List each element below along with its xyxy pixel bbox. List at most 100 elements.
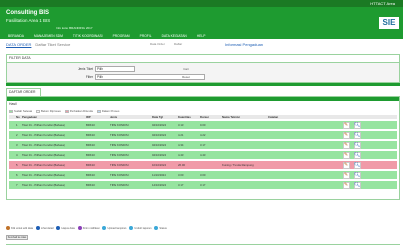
cell-date: 10/10/2024 (152, 163, 166, 167)
table-row[interactable]: 2 Tiket 01 - Pilihan Kondisi (Bahasa) BRK1… (9, 131, 397, 139)
action-legend-icon (154, 226, 159, 230)
top-status-bar: HTTACT Area (0, 0, 403, 7)
edit-icon[interactable]: ✎ (342, 131, 350, 139)
action-legend-item: Kirim notifikasi (77, 226, 100, 230)
filter-panel: Jenis Tiket Pilih Cari Filter Pilih Rese… (6, 62, 400, 83)
table-row[interactable]: 3 Tiket 01 - Pilihan Kondisi (Bahasa) BRK1… (9, 141, 397, 149)
legend-item: Sudah Selesai (9, 109, 32, 113)
action-legend-label: Kirim notifikasi (82, 226, 100, 230)
cell-name: Tiket 01 - Pilihan Kondisi (Bahasa) (22, 143, 65, 147)
table-row[interactable]: 7 Tiket 01 - Pilihan Kondisi (Bahasa) BRK1… (9, 181, 397, 189)
breadcrumb-mid-link-2[interactable]: Daftar (174, 42, 182, 46)
cell-vid: BRK10 (86, 143, 95, 147)
legend-label: Sudah Selesai (14, 109, 33, 113)
legend-label: Perbaikan Ditunda (69, 109, 93, 113)
view-icon[interactable]: 🔍︎ (353, 161, 361, 169)
action-legend-label: Lihat detail (40, 226, 54, 230)
row-actions: ✎ 🔍︎ (335, 121, 367, 129)
table-row[interactable]: 1 Tiket 01 - Pilihan Kondisi (Bahasa) BRK1… (9, 121, 397, 129)
cell-date: 04/10/2024 (152, 133, 166, 137)
edit-icon[interactable]: ✎ (342, 171, 350, 179)
brand-logo[interactable]: SIE (379, 17, 399, 29)
legend-item: Perbaikan Ditunda (64, 109, 93, 113)
edit-icon[interactable]: ✎ (342, 141, 350, 149)
filter-label-type: Jenis Tiket (77, 67, 93, 71)
breadcrumb-mid-link[interactable]: Data Order (150, 42, 165, 46)
column-header: Catatan (268, 115, 279, 119)
nav-item-beranda[interactable]: BERANDA (8, 33, 24, 39)
cell-qty: 4.43 (178, 153, 184, 157)
view-icon[interactable]: 🔍︎ (353, 141, 361, 149)
cell-name: Tiket 01 - Pilihan Kondisi (Bahasa) (22, 163, 65, 167)
action-legend-label: Upload lampiran (107, 226, 127, 230)
cell-qty: 26.00 (178, 163, 185, 167)
view-icon[interactable]: 🔍︎ (353, 151, 361, 159)
breadcrumb-current: Daftar Tiket Service (35, 42, 71, 47)
ticket-type-select[interactable]: Pilih (95, 66, 135, 72)
reset-button[interactable]: Reset (179, 74, 193, 80)
action-legend-label: Klik untuk edit data (11, 226, 33, 230)
table-header: No Pengaduan IDP Jenis Data Tgl Kuantitas Dura… (9, 115, 397, 119)
edit-icon[interactable]: ✎ (342, 121, 350, 129)
app-subtitle: Fasilitation Area 1 BIS (6, 18, 51, 23)
column-header: Pengaduan (22, 115, 38, 119)
cell-name: Tiket 01 - Pilihan Kondisi (Bahasa) (22, 173, 65, 177)
table-body: 1 Tiket 01 - Pilihan Kondisi (Bahasa) BRK1… (9, 121, 397, 189)
breadcrumb: DATA ORDER Daftar Tiket Service (6, 42, 70, 47)
row-actions: ✎ 🔍︎ (335, 151, 367, 159)
cell-name: Tiket 01 - Pilihan Kondisi (Bahasa) (22, 153, 65, 157)
nav-item-help[interactable]: HELP (197, 33, 206, 39)
column-header: Durasi (200, 115, 209, 119)
edit-icon[interactable]: ✎ (342, 151, 350, 159)
nav-item-program[interactable]: PROGRAM (113, 33, 130, 39)
edit-icon[interactable]: ✎ (342, 181, 350, 189)
main-nav: BERANDA MANAJEMEN SDM TITIK KOORDINASI PROG… (0, 33, 403, 39)
action-legend-label: Unduh laporan (134, 226, 152, 230)
table-row[interactable]: 5 Tiket 01 - Pilihan Kondisi (Bahasa) BRK1… (9, 161, 397, 169)
search-button[interactable]: Cari (179, 66, 193, 72)
cell-qty: 4.34 (178, 143, 184, 147)
cell-qty: 3.00 (178, 173, 184, 177)
app-subtitle-info: Info kota: BRANDING 2017 (56, 26, 93, 30)
row-actions: ✎ 🔍︎ (335, 181, 367, 189)
cell-date: 04/10/2024 (152, 153, 166, 157)
action-legend-icon (77, 226, 82, 230)
nav-item-profil[interactable]: PROFIL (140, 33, 152, 39)
table-row[interactable]: 4 Tiket 01 - Pilihan Kondisi (Bahasa) BRK1… (9, 151, 397, 159)
legend-swatch (96, 109, 101, 113)
cell-days: 3.00 (200, 173, 206, 177)
view-icon[interactable]: 🔍︎ (353, 181, 361, 189)
app-header: Consulting BIS Fasilitation Area 1 BIS I… (0, 7, 403, 33)
nav-item-data-kegiatan[interactable]: DATA KEGIATAN (162, 33, 187, 39)
action-legend-icon (35, 226, 40, 230)
action-legend-item: Upload lampiran (102, 226, 126, 230)
top-right-text: HTTACT Area (370, 1, 395, 6)
edit-icon[interactable]: ✎ (342, 161, 350, 169)
view-icon[interactable]: 🔍︎ (353, 171, 361, 179)
cell-vid: BRK10 (86, 173, 95, 177)
cell-type: TIPE KONDISI (110, 143, 129, 147)
row-actions: ✎ 🔍︎ (335, 161, 367, 169)
cell-type: TIPE KONDISI (110, 183, 129, 187)
view-icon[interactable]: 🔍︎ (353, 121, 361, 129)
tab-order-list[interactable]: DAFTAR ORDER (6, 88, 41, 96)
cell-type: TIPE KONDISI (110, 173, 129, 177)
nav-item-manajemen-sdm[interactable]: MANAJEMEN SDM (34, 33, 63, 39)
info-complaint-link[interactable]: Informasi Pengaduan (225, 42, 263, 47)
footer-divider (6, 244, 400, 245)
cell-qty: 3.13 (178, 123, 184, 127)
legend-swatch (64, 109, 69, 113)
action-legend-icon (6, 226, 10, 230)
view-icon[interactable]: 🔍︎ (353, 131, 361, 139)
nav-item-titik-koordinasi[interactable]: TITIK KOORDINASI (73, 33, 103, 39)
breadcrumb-home-link[interactable]: DATA ORDER (6, 42, 31, 47)
cell-days: 4.22 (200, 133, 206, 137)
results-panel: Hasil Sudah Selesai Belum Diproses Perbaik… (6, 96, 400, 200)
back-to-top-button[interactable]: Kembali ke Atas (6, 235, 28, 240)
legend-label: Belum Diproses (41, 109, 61, 113)
table-row[interactable]: 6 Tiket 01 - Pilihan Kondisi (Bahasa) BRK1… (9, 171, 397, 179)
column-header: Data Tgl (152, 115, 164, 119)
filter-panel-title: FILTER DATA (9, 56, 31, 60)
action-legend-label: Hapus data (61, 226, 75, 230)
cell-date: 14/10/2024 (152, 183, 166, 187)
